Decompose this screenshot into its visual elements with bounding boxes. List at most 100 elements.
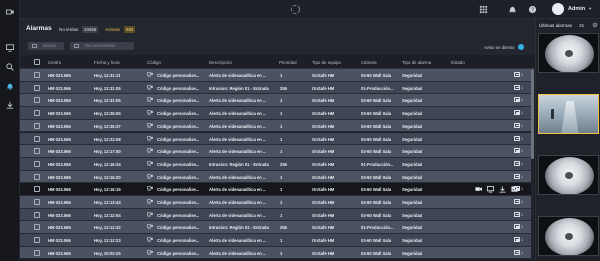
alarm-thumbnail[interactable] (538, 216, 599, 256)
image-icon[interactable] (514, 211, 520, 217)
image-icon[interactable] (514, 249, 520, 255)
corridor-camera-image (539, 95, 598, 133)
column-header-tipo-alarma[interactable]: Tipo de alarma (402, 60, 431, 65)
camera-code-icon (147, 186, 153, 192)
cell-tipo-equipo: OnSafe HM (312, 98, 335, 104)
table-row[interactable]: HM 023.066 Hoy, 12:31:05 Código personalis… (20, 81, 533, 95)
table-row[interactable]: HM 023.066 Hoy, 12:17:50 Código personalis… (20, 145, 533, 158)
row-checkbox[interactable] (34, 249, 40, 256)
cell-tipo-alarma: Seguridad (402, 187, 423, 193)
row-checkbox[interactable] (34, 122, 40, 129)
image-icon[interactable] (514, 160, 520, 166)
column-header-centro[interactable]: Centro (48, 60, 61, 65)
row-checkbox[interactable] (34, 148, 40, 155)
row-checkbox[interactable] (34, 72, 40, 78)
table-row[interactable]: HM 023.066 Hoy, 12:12:54 Código personalis… (20, 208, 533, 222)
camera-code-icon (147, 212, 153, 217)
image-icon[interactable] (514, 199, 520, 204)
column-header-estado[interactable]: Estado (451, 60, 465, 65)
image-icon[interactable] (514, 97, 520, 103)
image-icon[interactable] (514, 135, 520, 141)
column-header-camara[interactable]: Cámara (361, 60, 377, 65)
scrollbar-thumb[interactable] (531, 69, 534, 159)
cell-camara: 03-60 Wall Sala (361, 250, 392, 256)
mark-button[interactable]: Marcar (28, 42, 64, 50)
cell-centro: HM 023.066 (48, 250, 71, 256)
unread-filter-label[interactable]: No leídas (59, 27, 78, 32)
row-checkbox[interactable] (34, 160, 40, 167)
cell-fecha: Hoy, 12:31:11 (94, 73, 121, 78)
image-icon[interactable] (514, 148, 520, 154)
camera-code-icon (147, 110, 153, 115)
table-row[interactable]: HM 023.066 Hoy, 12:13:43 Código personalis… (20, 196, 533, 209)
row-checkbox[interactable] (34, 186, 40, 193)
acknowledge-button[interactable]: Reconocimiento (70, 42, 134, 50)
active-filter-label[interactable]: Activas (105, 27, 120, 32)
table-row[interactable]: HM 023.066 Hoy, 12:26:37 Código personalis… (20, 119, 533, 133)
bell-icon[interactable] (508, 5, 517, 14)
table-row[interactable]: HM 023.066 Hoy, 12:26:55 Código personalis… (20, 107, 533, 120)
table-row[interactable]: HM 023.066 Hoy, 10:02:25 Código personalis… (20, 246, 533, 260)
cell-prioridad: 1 (280, 73, 283, 78)
column-header-codigo[interactable]: Código (147, 60, 161, 65)
row-video-icon[interactable] (475, 186, 482, 193)
select-all-checkbox[interactable] (34, 59, 40, 65)
image-icon[interactable] (514, 224, 520, 230)
row-checkbox[interactable] (34, 97, 40, 104)
table-row[interactable]: HM 023.066 Hoy, 12:16:15 Código personalis… (20, 183, 533, 196)
alarm-thumbnail-selected[interactable] (538, 94, 599, 134)
column-header-descripcion[interactable]: Descripción (209, 60, 232, 65)
cell-codigo: Código personalise... (157, 161, 200, 167)
image-icon[interactable] (514, 173, 520, 179)
column-header-fecha[interactable]: Fecha y hora (94, 60, 120, 65)
row-checkbox[interactable] (34, 110, 40, 117)
image-icon[interactable] (514, 110, 520, 116)
cell-codigo: Código personalise... (157, 85, 200, 91)
monitor-icon[interactable] (5, 44, 15, 52)
table-row[interactable]: HM 023.066 Hoy, 12:31:11 Código personalis… (20, 69, 533, 82)
cell-tipo-equipo: OnSafe HM (312, 187, 335, 193)
alarm-thumbnail[interactable] (538, 155, 599, 195)
top-bar: ? Admin ▾ (20, 0, 600, 19)
table-row[interactable]: HM 023.066 Hoy, 12:12:23 Código personalis… (20, 234, 533, 247)
column-header-prioridad[interactable]: Prioridad (279, 60, 297, 65)
cell-prioridad: 255 (280, 225, 287, 231)
mark-button-label: Marcar (43, 43, 57, 48)
image-count: 1 (521, 136, 523, 141)
live-notice-toggle[interactable] (518, 44, 524, 50)
row-checkbox[interactable] (34, 237, 40, 244)
user-name[interactable]: Admin (568, 6, 585, 12)
table-row[interactable]: HM 023.066 Hoy, 12:12:32 Código personalis… (20, 221, 533, 235)
image-count: 1 (521, 200, 523, 204)
row-checkbox[interactable] (34, 135, 40, 142)
row-download-icon[interactable] (499, 186, 506, 193)
row-checkbox[interactable] (34, 84, 40, 91)
image-icon[interactable] (514, 237, 520, 243)
alarm-thumbnail[interactable] (538, 33, 599, 73)
row-checkbox[interactable] (34, 211, 40, 218)
download-icon[interactable] (5, 101, 15, 109)
cell-descripcion: Alerta de videoanalítica en ... (209, 111, 267, 117)
chevron-down-icon[interactable]: ▾ (589, 6, 591, 12)
image-icon[interactable] (514, 84, 520, 90)
table-row[interactable]: HM 023.066 Hoy, 12:31:05 Código personalis… (20, 94, 533, 108)
image-icon[interactable] (514, 72, 520, 77)
row-monitor-icon[interactable] (487, 185, 494, 193)
search-icon[interactable] (5, 63, 15, 71)
table-scrollbar[interactable] (531, 69, 534, 261)
column-header-tipo-equipo[interactable]: Tipo de equipo (312, 60, 341, 65)
bell-icon[interactable] (5, 82, 15, 90)
table-row[interactable]: HM 023.066 Hoy, 12:16:34 Código personalis… (20, 157, 533, 171)
video-camera-icon[interactable] (5, 8, 15, 16)
row-checkbox[interactable] (34, 199, 40, 205)
image-icon[interactable] (514, 122, 520, 128)
help-icon[interactable]: ? (528, 5, 537, 14)
avatar[interactable] (552, 3, 564, 15)
image-icon[interactable] (514, 186, 520, 192)
table-row[interactable]: HM 023.066 Hoy, 12:23:08 Código personalis… (20, 132, 533, 146)
grid-menu-icon[interactable] (479, 5, 488, 14)
row-checkbox[interactable] (34, 224, 40, 231)
table-row[interactable]: HM 023.066 Hoy, 12:16:20 Código personalis… (20, 170, 533, 184)
gear-icon[interactable] (592, 22, 598, 28)
row-checkbox[interactable] (34, 173, 40, 180)
